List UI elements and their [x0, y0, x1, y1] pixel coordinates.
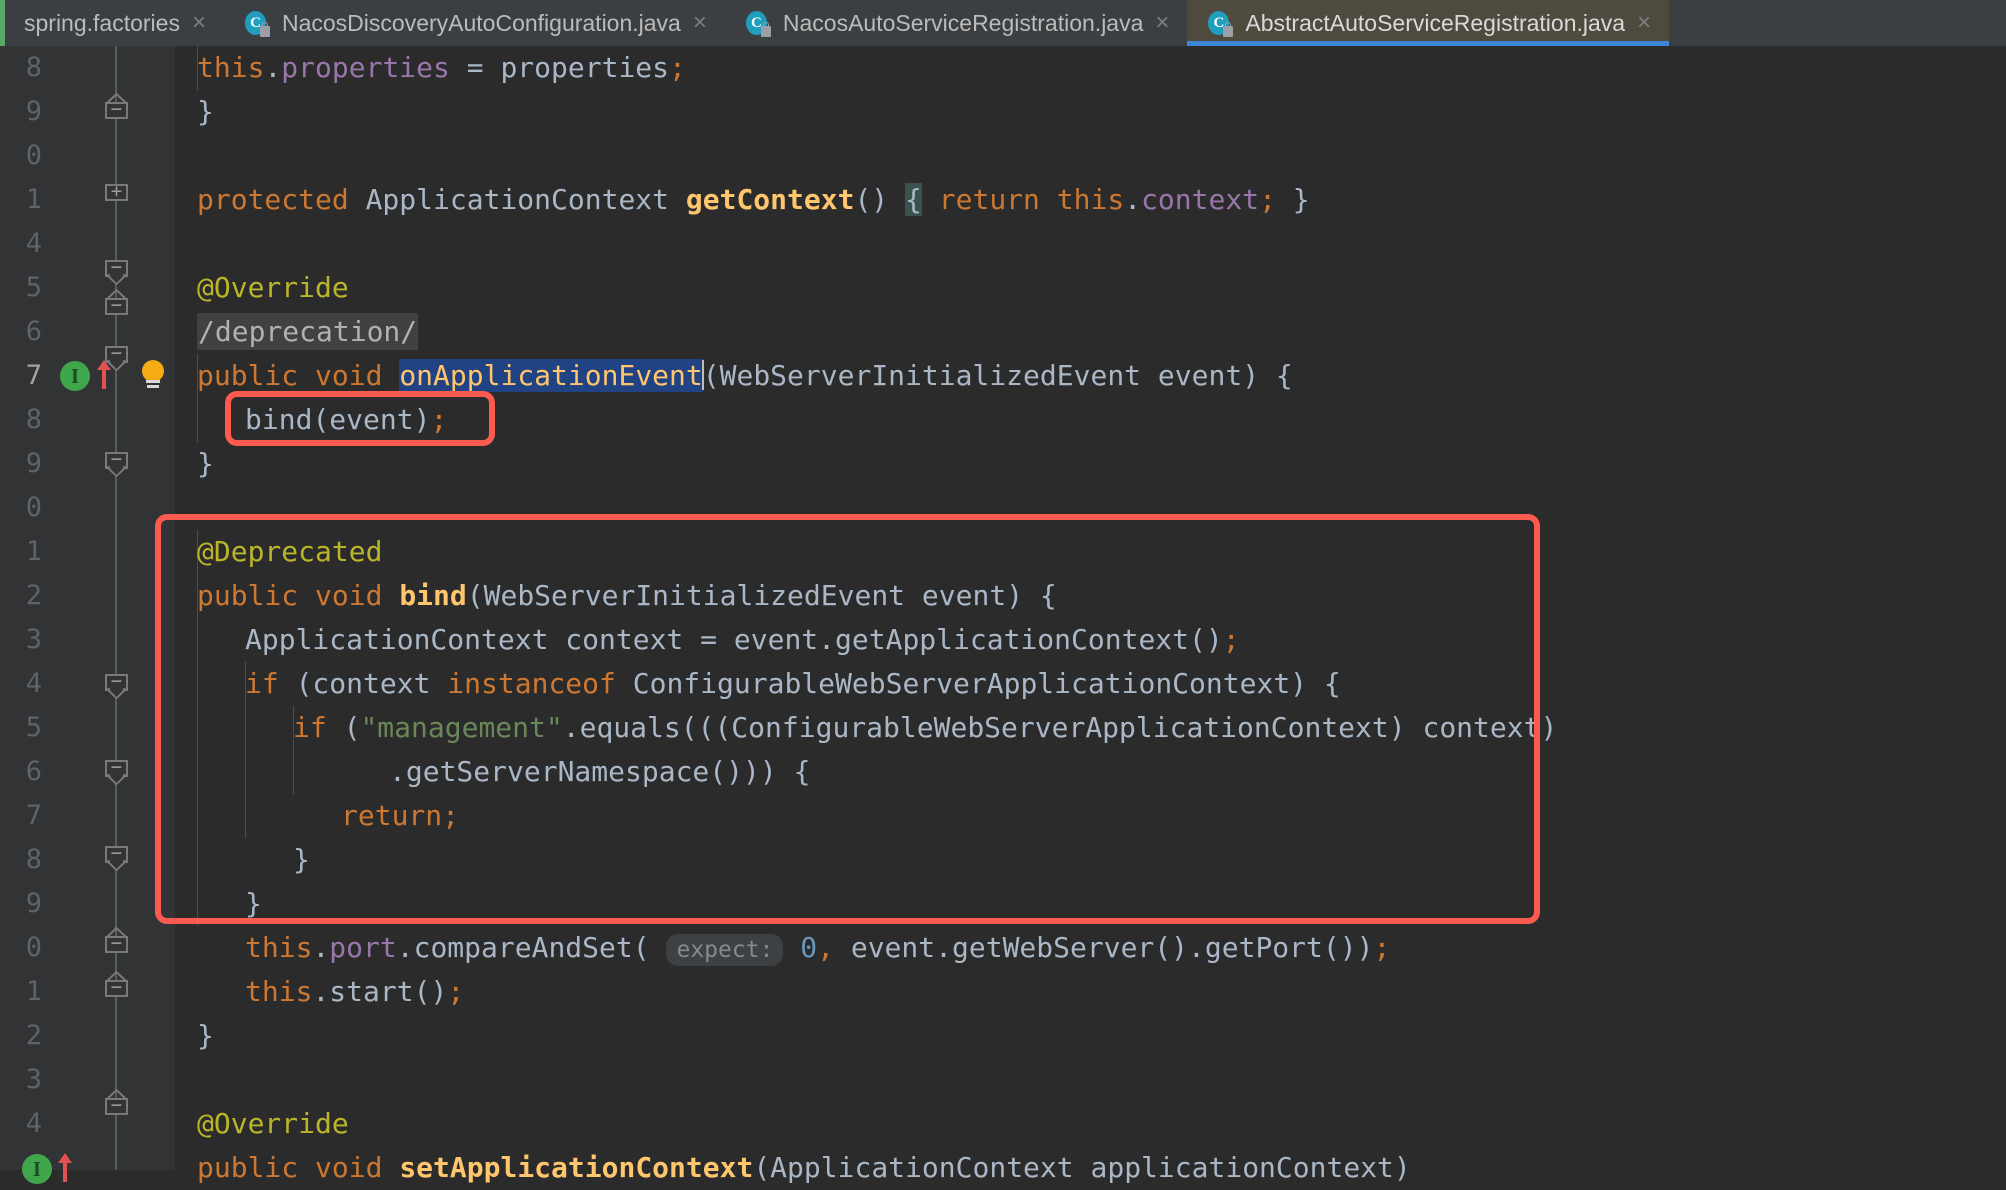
line-number-gutter[interactable]: 8 9 0 1 4 5 6 7 8 9 0 1 2 3 4 5 6 7 8 9 …: [0, 46, 175, 1170]
line-number: 9: [0, 90, 42, 134]
line-number: 9: [0, 882, 42, 926]
code-line: if (context instanceof ConfigurableWebSe…: [245, 662, 1341, 706]
line-number: 8: [0, 838, 42, 882]
implementing-method-icon[interactable]: I: [60, 361, 90, 391]
fold-marker-expand[interactable]: +: [105, 184, 128, 207]
code-line-method-signature: public void onApplicationEvent(WebServer…: [197, 354, 1293, 398]
line-number: 1: [0, 530, 42, 574]
line-number-current: 7: [0, 354, 42, 398]
code-line: }: [245, 882, 262, 926]
code-line-method-signature: public void setApplicationContext(Applic…: [197, 1146, 1411, 1190]
line-number: 1: [0, 178, 42, 222]
fold-marker-collapse[interactable]: −: [105, 980, 128, 1003]
code-line: if ("management".equals(((ConfigurableWe…: [293, 706, 1557, 750]
close-icon[interactable]: ×: [1637, 11, 1651, 35]
line-number: 2: [0, 574, 42, 618]
fold-marker-collapse[interactable]: −: [105, 452, 128, 475]
tab-nacos-auto-service-registration[interactable]: C NacosAutoServiceRegistration.java ×: [725, 0, 1188, 46]
line-number: 6: [0, 750, 42, 794]
fold-marker-collapse[interactable]: −: [105, 936, 128, 959]
folded-placeholder[interactable]: /deprecation/: [197, 313, 418, 350]
line-number: 4: [0, 662, 42, 706]
code-line-annotation: @Override: [197, 266, 349, 310]
code-line-annotation: @Override: [197, 1102, 349, 1146]
editor-tab-bar: spring.factories × C NacosDiscoveryAutoC…: [0, 0, 2006, 46]
fold-marker-collapse[interactable]: −: [105, 760, 128, 783]
tab-label: NacosAutoServiceRegistration.java: [783, 10, 1144, 37]
line-number: 7: [0, 794, 42, 838]
java-class-icon: C: [1207, 9, 1233, 37]
close-icon[interactable]: ×: [1155, 11, 1169, 35]
tab-nacos-discovery-auto-configuration[interactable]: C NacosDiscoveryAutoConfiguration.java ×: [224, 0, 725, 46]
code-line: this.start();: [245, 970, 464, 1014]
fold-marker-collapse[interactable]: −: [105, 102, 128, 125]
code-line-annotation: @Deprecated: [197, 530, 382, 574]
code-line: }: [293, 838, 310, 882]
code-line-method-signature: public void bind(WebServerInitializedEve…: [197, 574, 1057, 618]
fold-marker-collapse[interactable]: −: [105, 298, 128, 321]
line-number: 8: [0, 46, 42, 90]
line-number: 3: [0, 1058, 42, 1102]
line-number: 8: [0, 398, 42, 442]
line-number: 6: [0, 310, 42, 354]
code-line: }: [197, 90, 214, 134]
fold-marker-collapse[interactable]: −: [105, 346, 128, 369]
selected-identifier: onApplicationEvent: [399, 359, 702, 392]
close-icon[interactable]: ×: [693, 11, 707, 35]
java-class-icon: C: [745, 9, 771, 37]
line-number: 0: [0, 134, 42, 178]
tab-label: AbstractAutoServiceRegistration.java: [1245, 10, 1625, 37]
text-caret: [702, 360, 704, 390]
code-line: this.properties = properties;: [197, 46, 686, 90]
line-number: 3: [0, 618, 42, 662]
code-line: }: [197, 1014, 214, 1058]
parameter-hint: expect:: [666, 934, 783, 966]
fold-marker-collapse[interactable]: −: [105, 1098, 128, 1121]
code-line: .getServerNamespace())) {: [389, 750, 810, 794]
code-line-compare-and-set: this.port.compareAndSet( expect: 0, even…: [245, 926, 1390, 970]
line-number: 0: [0, 926, 42, 970]
line-number: 5: [0, 706, 42, 750]
tab-label: spring.factories: [24, 10, 180, 37]
tab-spring-factories[interactable]: spring.factories ×: [0, 0, 224, 46]
line-number: 9: [0, 442, 42, 486]
line-number: 5: [0, 266, 42, 310]
implementing-method-icon[interactable]: I: [22, 1154, 52, 1184]
code-line: return;: [341, 794, 459, 838]
line-number: 1: [0, 970, 42, 1014]
tab-modified-strip: [0, 0, 5, 46]
code-editor[interactable]: 8 9 0 1 4 5 6 7 8 9 0 1 2 3 4 5 6 7 8 9 …: [0, 46, 2006, 1170]
line-number: 4: [0, 1102, 42, 1146]
code-folding-column[interactable]: − + − − − − −: [100, 46, 140, 1170]
close-icon[interactable]: ×: [192, 11, 206, 35]
fold-marker-collapse[interactable]: −: [105, 674, 128, 697]
code-line-bind-call: bind(event);: [245, 398, 447, 442]
overriding-method-arrow-icon[interactable]: [56, 1151, 74, 1183]
line-number: 2: [0, 1014, 42, 1058]
fold-marker-collapse[interactable]: −: [105, 260, 128, 283]
java-class-icon: C: [244, 9, 270, 37]
line-number: 4: [0, 222, 42, 266]
code-line-folded-region[interactable]: /deprecation/: [197, 310, 418, 354]
code-line: protected ApplicationContext getContext(…: [197, 178, 1310, 222]
fold-marker-collapse[interactable]: −: [105, 846, 128, 869]
tab-label: NacosDiscoveryAutoConfiguration.java: [282, 10, 681, 37]
tab-abstract-auto-service-registration[interactable]: C AbstractAutoServiceRegistration.java ×: [1187, 0, 1669, 46]
code-line: ApplicationContext context = event.getAp…: [245, 618, 1240, 662]
code-line: }: [197, 442, 214, 486]
line-number: 0: [0, 486, 42, 530]
code-text-area[interactable]: this.properties = properties; } protecte…: [175, 46, 2006, 1170]
intention-bulb-icon[interactable]: [138, 358, 166, 390]
